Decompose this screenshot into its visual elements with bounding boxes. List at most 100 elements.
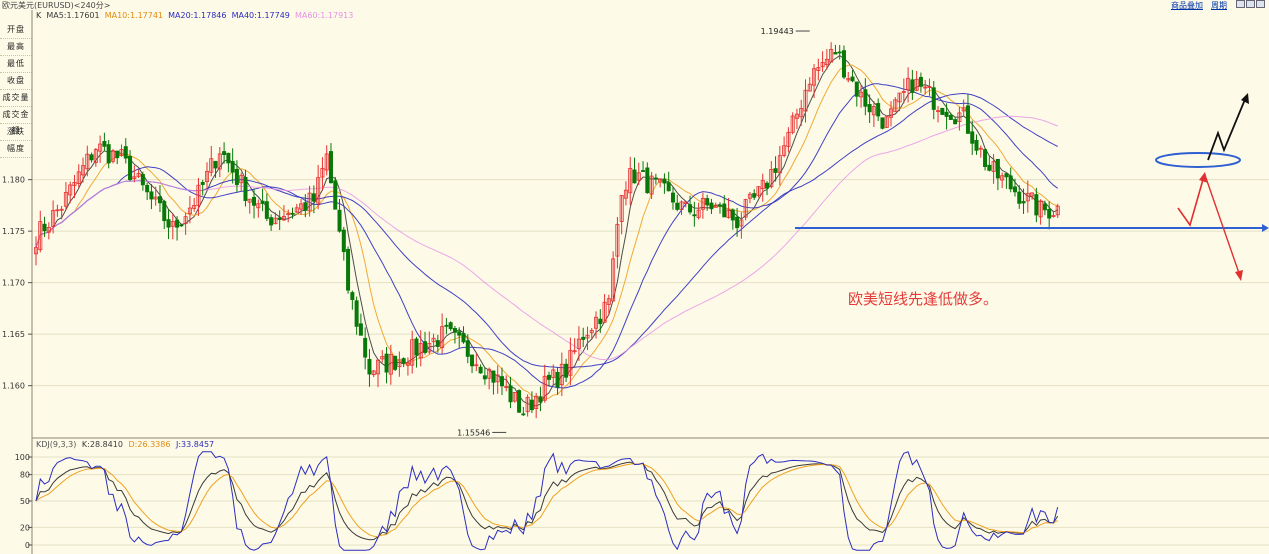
breakout-arrowhead [1241,93,1249,104]
extreme-labels: 1.19443 1.15546 [457,27,810,437]
chart-canvas[interactable]: 1.160 1.165 1.170 1.175 1.180 0 20 50 80 100 1.1… [0,0,1269,554]
candle-body [175,219,180,228]
candle-body [384,353,389,373]
candle-body [1047,208,1052,219]
ma-line-ma20 [35,83,1058,389]
candle-body [752,193,757,198]
candle-body [226,152,231,164]
candle-body [705,198,710,206]
candle-body [931,87,936,110]
up-forecast-arrow [1177,175,1205,227]
candle-body [653,177,658,180]
candle-body [401,358,406,364]
candle-body [837,51,842,54]
candle-body [974,140,979,151]
candle-body [166,219,171,228]
candle-body [423,341,428,353]
candle-body [213,160,218,169]
candle-body [102,141,107,147]
candle-body [252,196,257,206]
candle-body [311,193,316,202]
candle-body [491,370,496,383]
price-tick-label: 1.175 [2,227,25,236]
candle-body [290,212,295,215]
candle-body [670,192,675,203]
candle-body [581,336,586,340]
candle-body [555,371,560,388]
candle-body [333,180,338,210]
candle-body [277,217,282,220]
candle-body [452,328,457,333]
candle-body [718,204,723,207]
candle-body [970,131,975,144]
price-tick-label: 1.180 [2,176,25,185]
candle-body [1021,201,1026,204]
candle-body [538,396,543,403]
candle-body [145,184,150,193]
candle-body [688,204,693,213]
candle-body [722,203,727,218]
candle-body [1034,194,1039,216]
candle-body [328,151,333,184]
candle-body [264,201,269,219]
candle-body [944,111,949,117]
candle-body [162,201,167,222]
price-tick-label: 1.170 [2,279,25,288]
candle-body [632,169,637,184]
candle-body [517,390,522,413]
candle-body [358,323,363,336]
kdj-j-value: J:33.8457 [175,440,214,449]
candle-body [89,154,94,161]
candle-body [965,105,970,134]
candle-body [867,104,872,113]
candle-body [337,209,342,232]
candle-body [508,385,513,403]
candle-body [983,149,988,167]
candle-body [303,202,308,211]
candle-body [564,363,569,378]
high-price-label: 1.19443 [761,27,794,36]
price-y-axis: 1.160 1.165 1.170 1.175 1.180 [2,176,32,391]
kdj-title: KDJ(9,3,3) K:28.8410 D:26.3386 J:33.8457 [36,440,214,449]
candle-body [850,76,855,82]
kdj-tick-label: 100 [15,453,30,462]
candle-body [367,358,372,375]
candle-body [709,202,714,210]
candle-body [730,209,735,221]
candle-body [675,202,680,210]
candle-body [1008,175,1013,190]
candle-body [269,217,274,226]
candle-body [260,200,265,204]
candle-body [435,340,440,347]
low-price-label: 1.15546 [457,428,490,437]
candle-body [692,214,697,217]
kdj-label: KDJ(9,3,3) [36,440,76,449]
candle-body [854,81,859,97]
candle-body [1004,173,1009,178]
candle-body [393,355,398,370]
candle-body [140,174,145,186]
candle-body [234,168,239,185]
candle-body [341,229,346,253]
candle-body [833,52,838,55]
candle-body [350,292,355,300]
candle-body [470,354,475,367]
candle-body [880,117,885,129]
kdj-y-axis: 0 20 50 80 100 [15,453,32,550]
candle-body [230,161,235,173]
candle-body [414,338,419,356]
candle-body [547,374,552,380]
candle-body [529,399,534,411]
trade-annotation: 欧美短线先逢低做多。 [848,290,999,308]
candle-body [346,248,351,291]
candle-body [666,182,671,192]
kdj-tick-label: 80 [20,471,30,480]
candle-body [363,337,368,358]
target-zone-ellipse [1155,152,1241,168]
kdj-tick-label: 20 [20,523,30,532]
price-tick-label: 1.160 [2,382,25,391]
candle-body [448,322,453,330]
candle-body [222,151,227,155]
candle-body [953,119,958,125]
price-tick-label: 1.165 [2,330,25,339]
